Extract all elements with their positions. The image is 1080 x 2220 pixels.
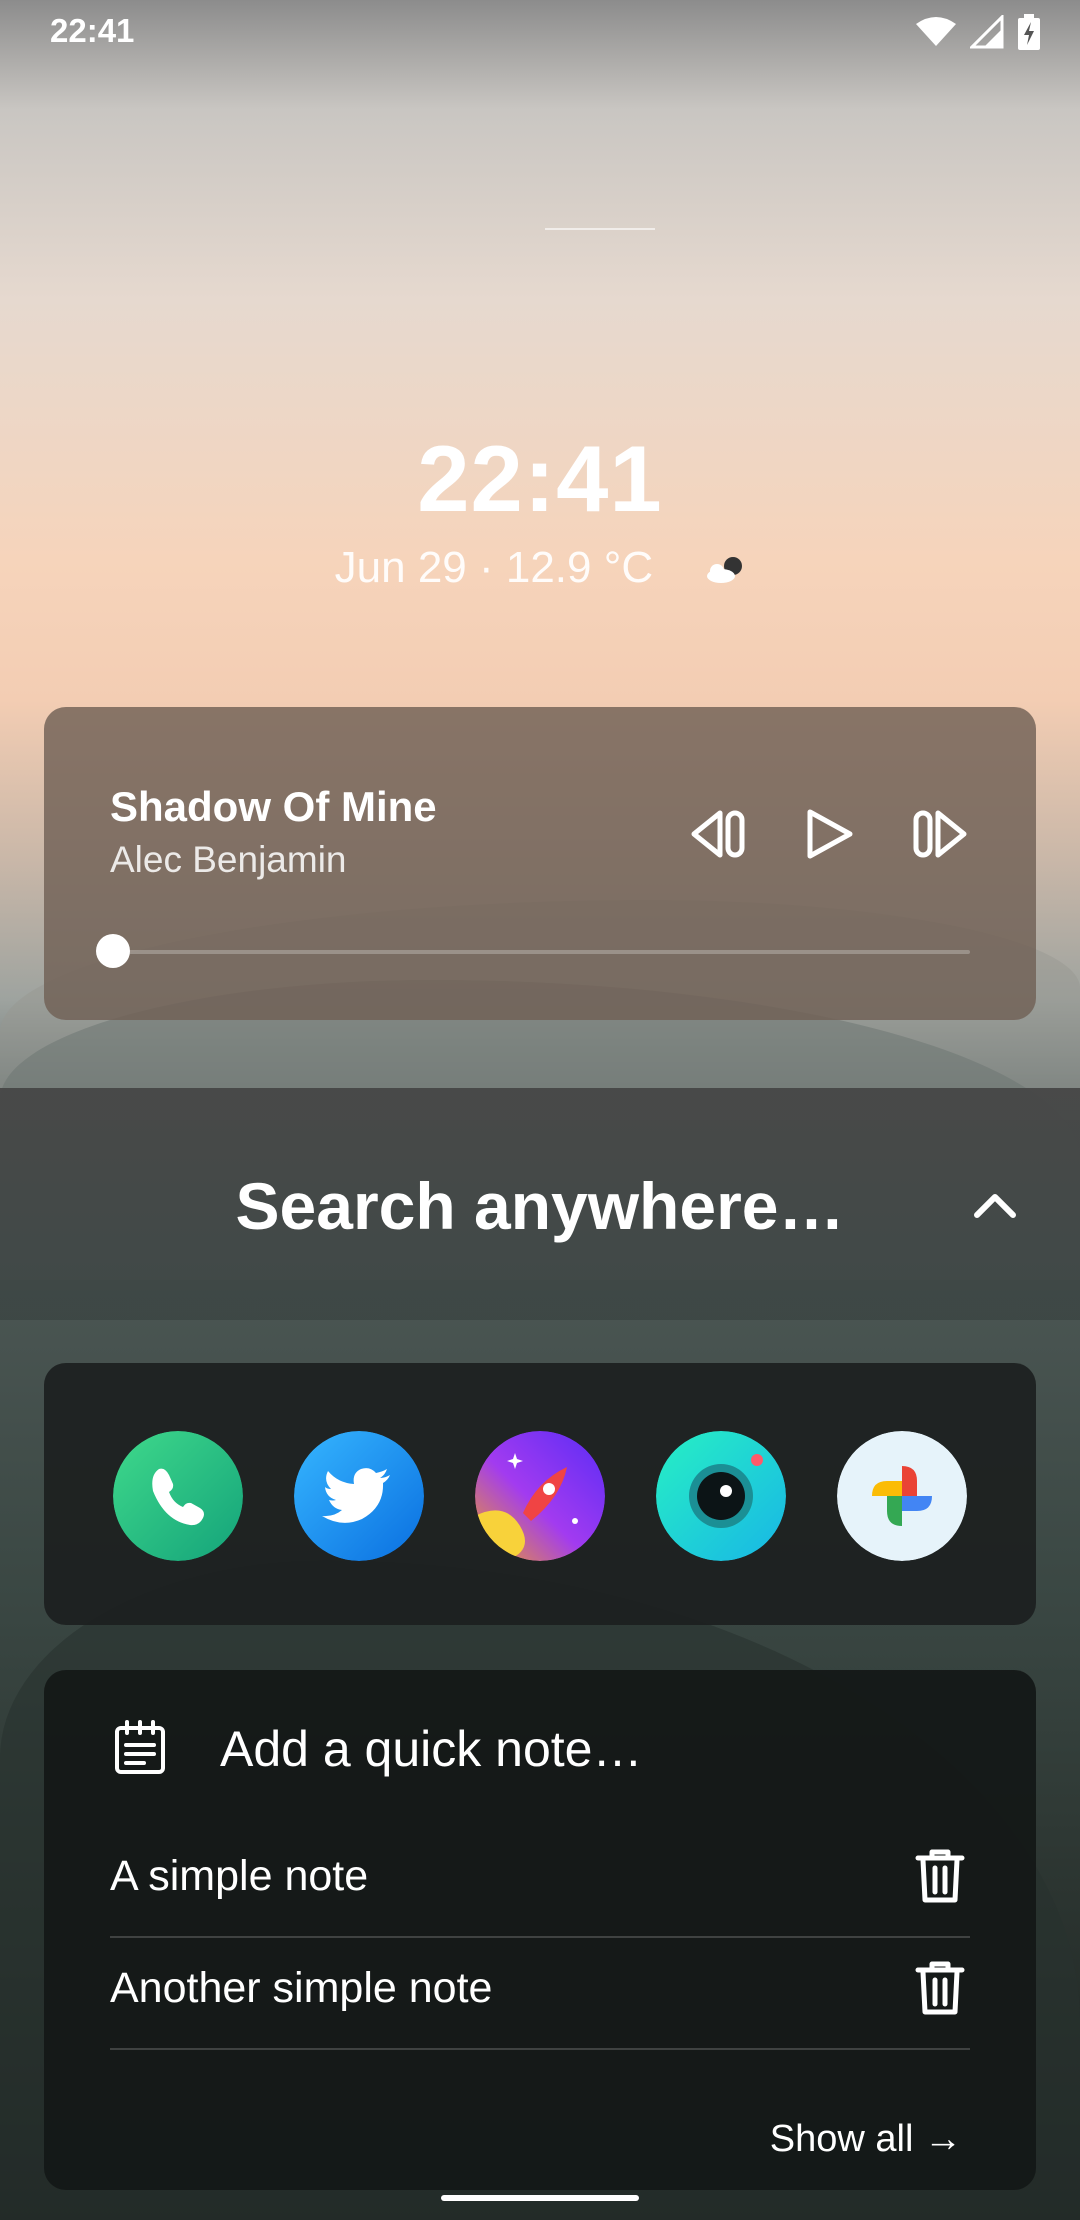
date-weather-line: Jun 29 · 12.9 °C (0, 543, 1080, 595)
divider (545, 228, 655, 230)
previous-icon (691, 810, 745, 858)
twitter-app-icon[interactable] (294, 1431, 424, 1561)
add-note-input[interactable]: Add a quick note… (44, 1670, 1036, 1820)
play-button[interactable] (794, 799, 864, 869)
show-all-link[interactable]: Show all → (770, 2118, 962, 2161)
photos-icon (837, 1431, 967, 1561)
trash-icon[interactable] (910, 1958, 970, 2018)
signal-icon (970, 15, 1004, 49)
note-text: A simple note (110, 1852, 369, 1900)
next-button[interactable] (904, 799, 974, 869)
track-artist: Alec Benjamin (110, 839, 347, 880)
camera-app-icon[interactable] (656, 1431, 786, 1561)
battery-charging-icon (1018, 14, 1040, 50)
partly-cloudy-night-icon (705, 545, 745, 595)
chevron-up-icon[interactable] (950, 1160, 1040, 1250)
next-icon (913, 810, 967, 858)
status-time: 22:41 (50, 12, 135, 49)
play-icon (807, 809, 853, 859)
search-placeholder: Search anywhere… (235, 1169, 845, 1243)
add-note-placeholder: Add a quick note… (220, 1721, 643, 1777)
notepad-icon (112, 1720, 168, 1781)
seek-bar[interactable] (112, 950, 970, 954)
status-icons (916, 14, 1040, 50)
rocket-icon (475, 1431, 605, 1561)
app-shortcuts-card (44, 1363, 1036, 1625)
phone-icon (113, 1431, 243, 1561)
seek-thumb[interactable] (96, 934, 130, 968)
twitter-icon (294, 1431, 424, 1561)
status-bar: 22:41 (0, 0, 1080, 64)
media-controls (684, 799, 984, 869)
quick-notes-card: Add a quick note… A simple note Another … (44, 1670, 1036, 2190)
search-bar[interactable]: Search anywhere… (0, 1088, 1080, 1320)
note-item[interactable]: A simple note (110, 1824, 970, 1938)
previous-button[interactable] (684, 799, 754, 869)
phone-app-icon[interactable] (113, 1431, 243, 1561)
note-item[interactable]: Another simple note (110, 1936, 970, 2050)
camera-icon (656, 1431, 786, 1561)
media-player-card[interactable]: Shadow Of Mine Alec Benjamin (44, 707, 1036, 1020)
trash-icon[interactable] (910, 1846, 970, 1906)
rocket-app-icon[interactable] (475, 1431, 605, 1561)
date-weather-text: Jun 29 · 12.9 °C (334, 543, 654, 592)
wifi-icon (916, 17, 956, 46)
home-indicator[interactable] (441, 2195, 639, 2201)
lockscreen-clock: 22:41 (417, 426, 663, 531)
photos-app-icon[interactable] (837, 1431, 967, 1561)
track-title: Shadow Of Mine (110, 783, 437, 830)
note-text: Another simple note (110, 1964, 493, 2012)
